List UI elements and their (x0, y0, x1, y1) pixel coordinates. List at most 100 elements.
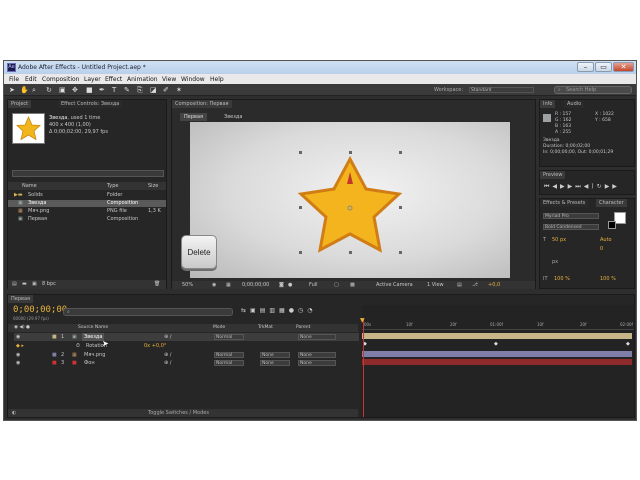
transform-handle[interactable] (399, 251, 402, 254)
tab-composition[interactable]: Composition: Первая (172, 100, 232, 108)
snapshot-icon[interactable]: ◉ (212, 281, 216, 289)
layer-bar[interactable] (362, 333, 632, 339)
selection-tool-icon[interactable]: ➤ (9, 86, 15, 94)
live-update-icon[interactable]: ▣ (250, 307, 260, 314)
search-help-field[interactable]: ⌕ Search Help (554, 86, 632, 94)
stopwatch-icon[interactable]: ⏱ (76, 342, 80, 350)
play-icon[interactable]: ▶ (560, 183, 568, 190)
puppet-tool-icon[interactable]: ✶ (176, 86, 182, 94)
col-name[interactable]: Name (22, 182, 37, 190)
font-size[interactable]: 50 px (552, 237, 566, 243)
visibility-icon[interactable]: ◉ (16, 333, 20, 341)
transform-handle[interactable] (299, 251, 302, 254)
menu-window[interactable]: Window (181, 76, 205, 83)
region-icon[interactable]: ▢ (334, 281, 339, 289)
workspace-select[interactable]: Standard (469, 87, 534, 93)
zoom-tool-icon[interactable]: ⌕ (32, 86, 36, 95)
layer-parent-select[interactable]: None (298, 352, 336, 358)
tab-timeline[interactable]: Первая (8, 295, 34, 303)
draft-3d-icon[interactable]: ▤ (260, 307, 270, 314)
comp-mini-flowchart-icon[interactable]: ⇆ (241, 307, 250, 314)
menu-effect[interactable]: Effect (105, 76, 122, 83)
trash-icon[interactable]: 🗑 (154, 280, 160, 289)
tracking[interactable]: 0 (600, 246, 603, 252)
layer-row[interactable]: ◉ ■ 1 ▣ Звезда ⊕ ∕ Normal None (14, 333, 359, 341)
toggle-switches-label[interactable]: Toggle Switches / Modes (148, 410, 209, 416)
label-color[interactable]: ■ (52, 333, 57, 341)
transparency-icon[interactable]: ▩ (350, 281, 355, 289)
view-layout-select[interactable]: 1 View (427, 281, 444, 289)
timeline-timecode[interactable]: 0;00;00;00 (13, 305, 67, 315)
playhead-icon[interactable]: ▼ (360, 317, 365, 324)
layer-mode-select[interactable]: Normal (214, 360, 244, 366)
clone-tool-icon[interactable]: ⎘ (137, 86, 143, 95)
property-row-rotation[interactable]: ◆ ▸ ⏱ Rotation 0x +0,0° (14, 342, 359, 350)
col-mode[interactable]: Mode (213, 324, 225, 332)
tab-audio[interactable]: Audio (564, 100, 585, 108)
timeline-search[interactable]: ⌕ (63, 308, 233, 316)
menu-view[interactable]: View (162, 76, 176, 83)
layer-bar[interactable] (362, 359, 632, 365)
pan-behind-tool-icon[interactable]: ✥ (72, 86, 78, 94)
transform-handle[interactable] (349, 151, 352, 154)
timeline-tracks[interactable]: 00s 10f 20f 01:00f 10f 20f 02:00f ◆ ◆ ◆ … (360, 305, 634, 417)
menu-animation[interactable]: Animation (127, 76, 158, 83)
transform-handle[interactable] (299, 151, 302, 154)
layer-trkmat-select[interactable]: None (260, 352, 290, 358)
brainstorm-icon[interactable]: ◷ (298, 307, 307, 314)
layer-name[interactable]: Мяч.png (84, 351, 105, 359)
project-search[interactable] (12, 170, 164, 177)
layer-row[interactable]: ◉ ■ 2 ▦ Мяч.png ⊕ ∕ Normal None None (14, 351, 359, 359)
label-color[interactable]: ■ (52, 359, 57, 367)
label-color[interactable]: ■ (52, 351, 57, 359)
layer-switches[interactable]: ⊕ ∕ (164, 351, 171, 359)
flowchart-icon[interactable]: ⎇ (472, 281, 478, 289)
layer-switches[interactable]: ⊕ ∕ (164, 333, 171, 341)
star-layer[interactable] (190, 122, 510, 278)
stroke-color-swatch[interactable] (608, 221, 616, 229)
col-trkmat[interactable]: TrkMat (258, 324, 273, 332)
composition-viewer[interactable] (190, 122, 510, 278)
camera-select[interactable]: Active Camera (376, 281, 413, 289)
brush-tool-icon[interactable]: ✎ (124, 86, 130, 94)
motion-blur-icon[interactable]: ● (289, 307, 298, 314)
visibility-icon[interactable]: ◉ (16, 359, 20, 367)
eraser-tool-icon[interactable]: ◪ (150, 86, 157, 94)
graph-editor-icon[interactable]: ◔ (307, 307, 316, 314)
property-value[interactable]: 0x +0,0° (144, 342, 166, 350)
project-item[interactable]: ▣ Звезда Composition (8, 200, 166, 207)
menu-edit[interactable]: Edit (25, 76, 37, 83)
zoom-select[interactable]: 50% (182, 281, 193, 289)
prev-frame-icon[interactable]: ◀ (552, 183, 560, 190)
tab-effect-controls[interactable]: Effect Controls: Звезда (58, 100, 123, 108)
expand-icon[interactable]: ◐ (12, 410, 16, 416)
close-button[interactable]: ✕ (613, 62, 634, 72)
tab-project[interactable]: Project (8, 100, 32, 108)
font-style-select[interactable]: Bold Condensed (543, 224, 599, 230)
horizontal-scale[interactable]: 100 % (600, 276, 616, 282)
interpret-footage-icon[interactable]: ▤ (12, 280, 17, 289)
transform-handle[interactable] (299, 206, 302, 209)
tab-effects-presets[interactable]: Effects & Presets (540, 199, 589, 207)
col-type[interactable]: Type (107, 182, 118, 190)
rotate-tool-icon[interactable]: ↻ (46, 86, 52, 94)
layer-row[interactable]: ◉ ■ 3 ■ Фон ⊕ ∕ Normal None None (14, 359, 359, 367)
layer-name[interactable]: Фон (84, 359, 95, 367)
layer-trkmat-select[interactable]: None (260, 360, 290, 366)
bit-depth[interactable]: 8 bpc (42, 280, 56, 289)
new-folder-icon[interactable]: ▬ (22, 280, 27, 289)
leading[interactable]: Auto (600, 237, 612, 243)
new-composition-icon[interactable]: ▣ (32, 280, 37, 289)
col-parent[interactable]: Parent (296, 324, 310, 332)
tab-character[interactable]: Character (596, 199, 627, 207)
minimize-button[interactable]: – (577, 62, 594, 72)
tab-info[interactable]: Info (540, 100, 556, 108)
layer-parent-select[interactable]: None (298, 334, 336, 340)
pen-tool-icon[interactable]: ✒ (99, 86, 105, 94)
keyframe-nav-icon[interactable]: ◆ ▸ (16, 342, 24, 350)
comp-subtab-first[interactable]: Первая (180, 113, 208, 121)
unit[interactable]: px (552, 259, 558, 265)
project-item[interactable]: ▦ Мяч.png PNG file 1,3 K (8, 208, 166, 215)
keyframe-icon[interactable]: ◆ (626, 341, 630, 347)
menu-file[interactable]: File (9, 76, 19, 83)
